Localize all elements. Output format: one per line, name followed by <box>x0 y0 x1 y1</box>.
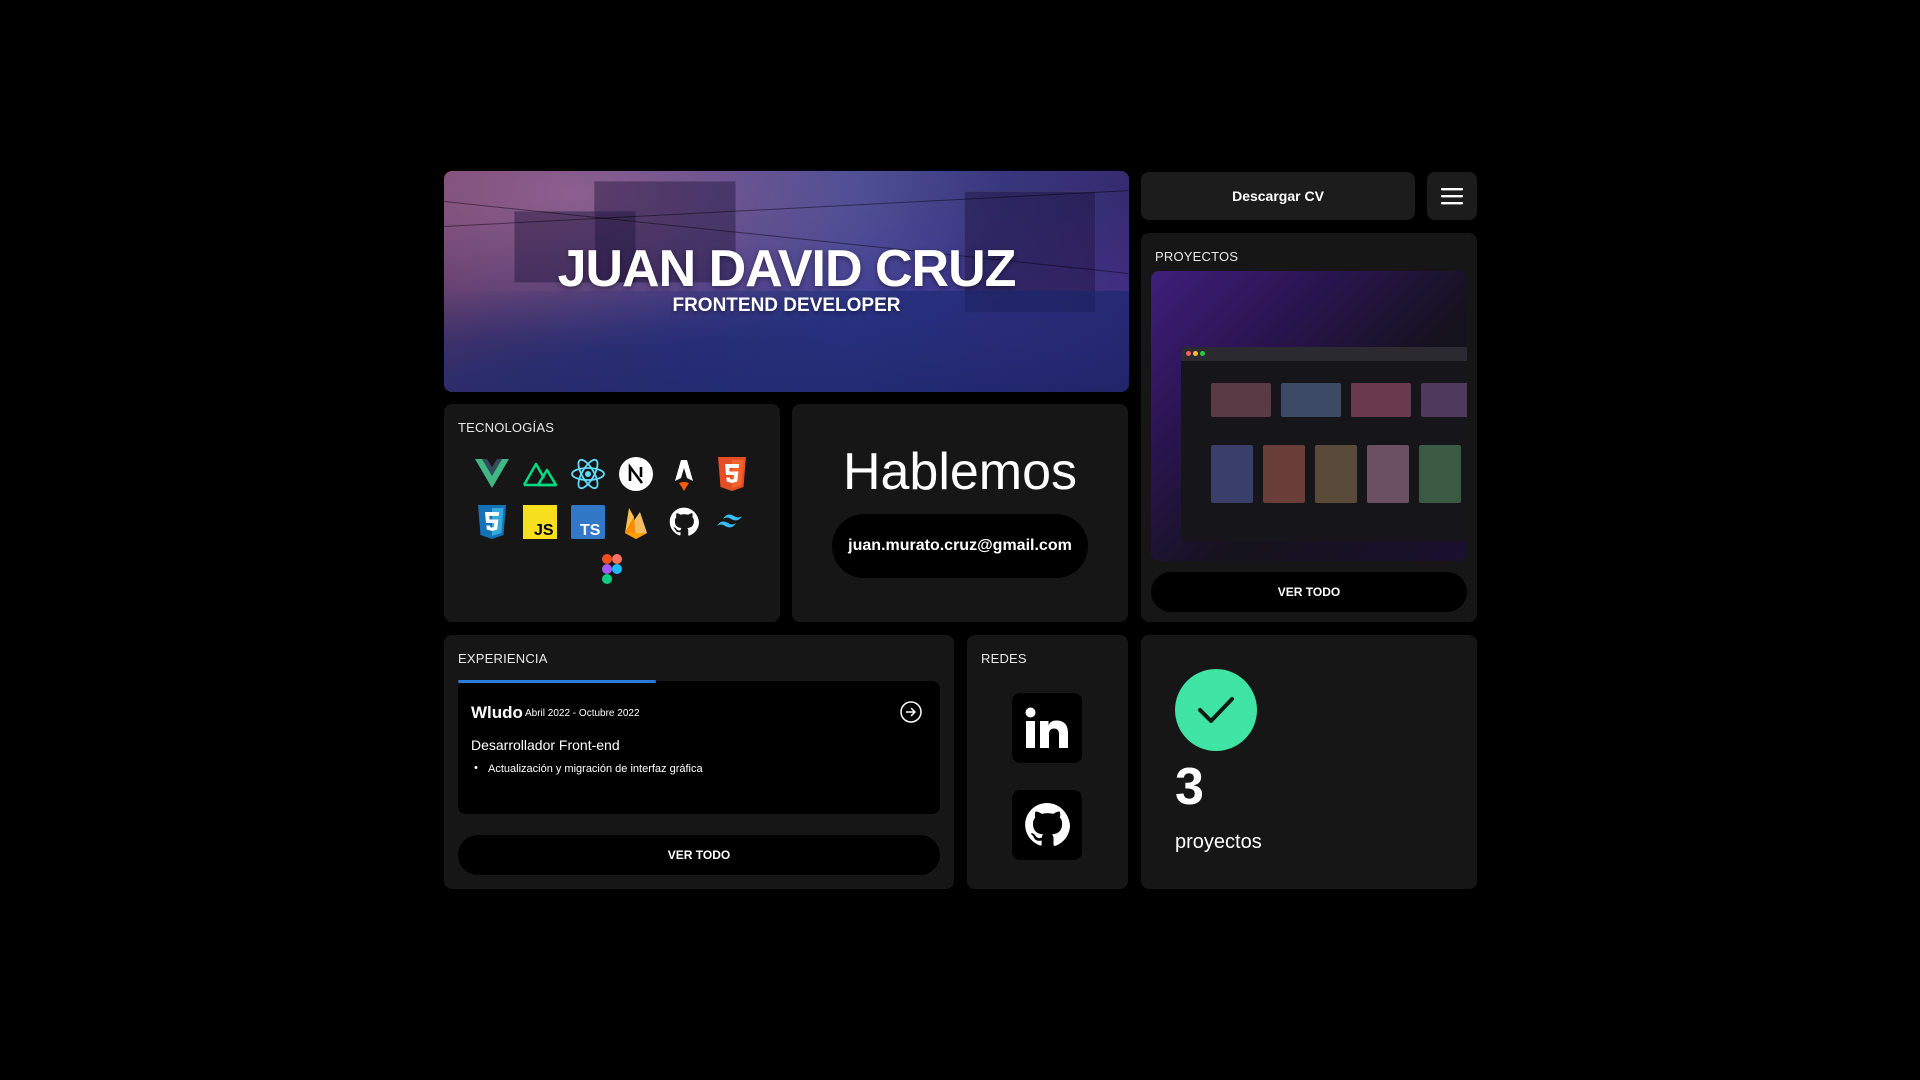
hero-name: JUAN DAVID CRUZ <box>557 240 1017 298</box>
firebase-icon <box>618 504 654 540</box>
hamburger-menu-icon <box>1441 188 1463 205</box>
linkedin-button[interactable] <box>1012 693 1082 763</box>
thumbnail <box>1211 445 1253 503</box>
projects-count: 3 <box>1175 758 1204 816</box>
browser-toolbar <box>1181 347 1467 361</box>
contact-title: Hablemos <box>842 443 1078 501</box>
check-icon <box>1198 697 1234 723</box>
github-icon <box>1025 802 1070 846</box>
experience-dates: Abril 2022 - Octubre 2022 <box>525 708 640 719</box>
technologies-card: TECNOLOGÍAS JS TS <box>444 404 780 622</box>
thumbnail <box>1211 383 1271 417</box>
menu-button[interactable] <box>1427 172 1477 220</box>
svg-text:JS: JS <box>534 522 554 539</box>
contact-card: Hablemos juan.murato.cruz@gmail.com <box>792 404 1128 622</box>
experience-progress-track <box>458 680 940 683</box>
stats-card: 3 proyectos <box>1141 635 1477 889</box>
email-button[interactable]: juan.murato.cruz@gmail.com <box>832 514 1088 578</box>
projects-view-all-button[interactable]: VER TODO <box>1151 572 1467 612</box>
experience-label: EXPERIENCIA <box>458 651 548 666</box>
arrow-right-circle-icon[interactable] <box>900 701 922 723</box>
github-button[interactable] <box>1012 790 1082 860</box>
experience-company: Wludo <box>471 703 523 722</box>
thumbnail <box>1421 383 1467 417</box>
hero-banner: JUAN DAVID CRUZ FRONTEND DEVELOPER <box>444 171 1129 392</box>
thumbnail <box>1281 383 1341 417</box>
vue-icon <box>474 456 510 492</box>
thumbnail <box>1315 445 1357 503</box>
svg-text:TS: TS <box>580 522 601 539</box>
experience-bullet: Actualización y migración de interfaz gr… <box>474 762 703 775</box>
social-card: REDES <box>967 635 1128 889</box>
projects-count-label: proyectos <box>1175 831 1262 853</box>
astro-icon <box>666 456 702 492</box>
thumbnail <box>1419 445 1461 503</box>
html5-icon <box>714 456 750 492</box>
experience-card: EXPERIENCIA Wludo Abril 2022 - Octubre 2… <box>444 635 954 889</box>
social-label: REDES <box>981 651 1027 666</box>
thumbnail <box>1263 445 1305 503</box>
project-preview-image[interactable] <box>1151 271 1467 561</box>
browser-window <box>1181 347 1467 541</box>
technologies-grid: JS TS <box>468 456 756 588</box>
check-circle-badge <box>1175 669 1257 751</box>
hero-role: FRONTEND DEVELOPER <box>672 295 901 316</box>
nuxt-icon <box>522 456 558 492</box>
experience-entry: Wludo Abril 2022 - Octubre 2022 Desarrol… <box>458 681 940 814</box>
github-icon <box>666 504 702 540</box>
projects-card: PROYECTOS VER TODO <box>1141 233 1477 622</box>
experience-progress-bar <box>458 680 656 683</box>
projects-label: PROYECTOS <box>1155 249 1239 264</box>
thumbnail <box>1351 383 1411 417</box>
download-cv-button[interactable]: Descargar CV <box>1141 172 1415 220</box>
experience-role: Desarrollador Front-end <box>471 737 620 753</box>
nextjs-icon <box>618 456 654 492</box>
linkedin-icon <box>1025 707 1068 748</box>
figma-icon <box>594 552 630 588</box>
typescript-icon: TS <box>570 504 606 540</box>
technologies-label: TECNOLOGÍAS <box>458 420 555 435</box>
experience-view-all-button[interactable]: VER TODO <box>458 835 940 875</box>
css3-icon <box>474 504 510 540</box>
react-icon <box>570 456 606 492</box>
tailwind-icon <box>714 504 750 540</box>
thumbnail <box>1367 445 1409 503</box>
javascript-icon: JS <box>522 504 558 540</box>
